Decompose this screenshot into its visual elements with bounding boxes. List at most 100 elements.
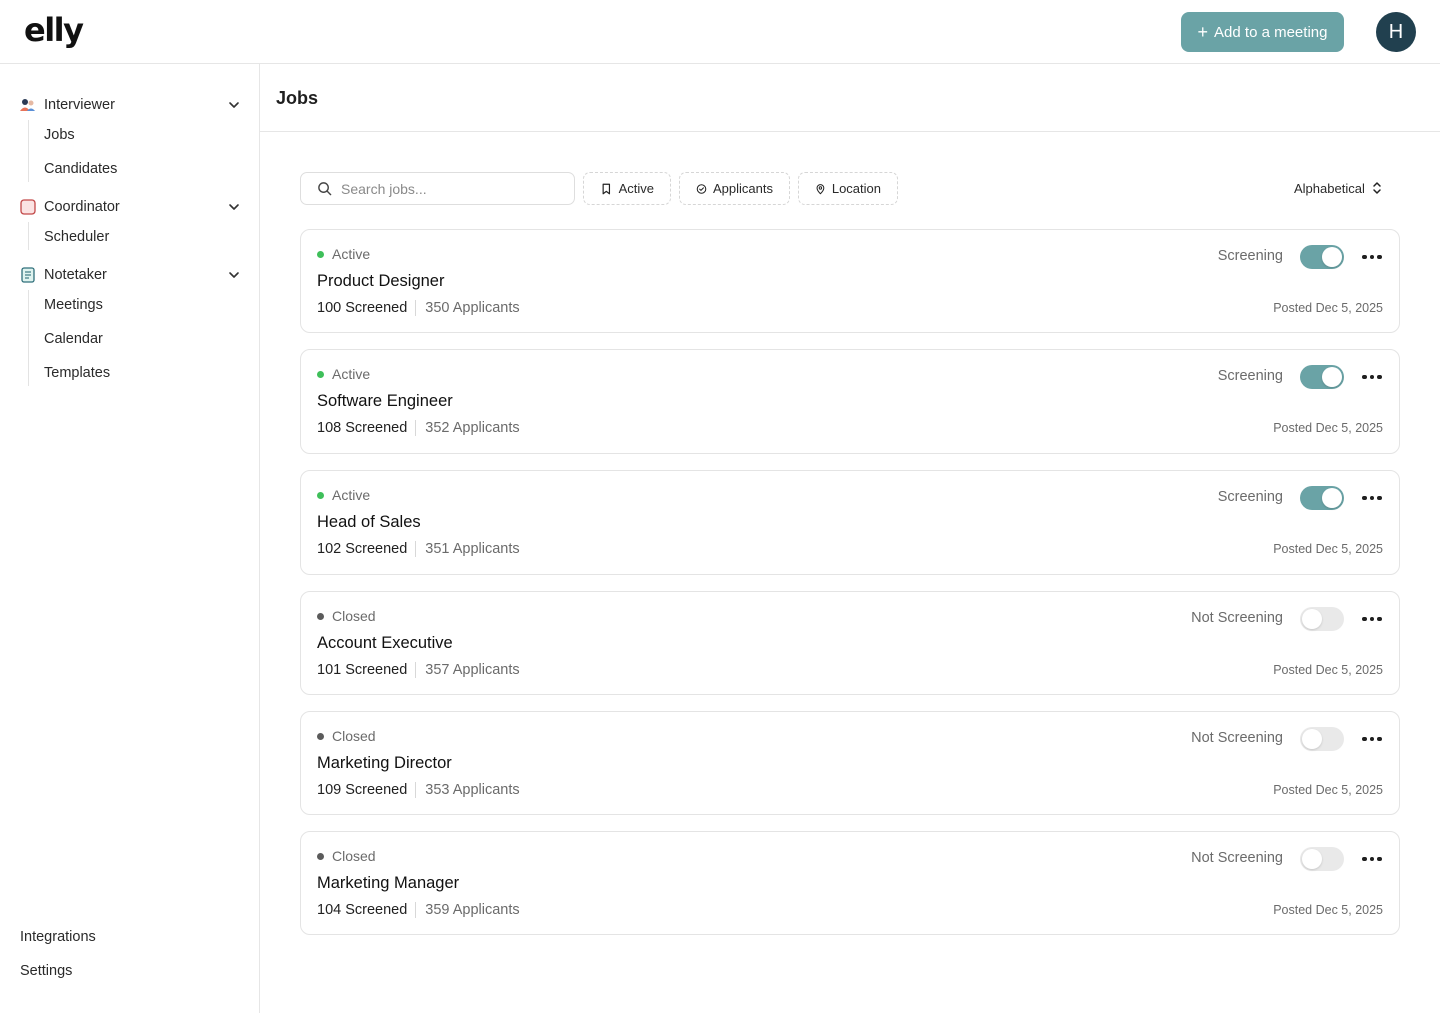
job-title[interactable]: Account Executive <box>317 634 453 653</box>
sidebar-item-templates[interactable]: Templates <box>44 363 110 383</box>
sidebar-group-label: Notetaker <box>44 267 107 283</box>
job-status-label: Closed <box>332 608 376 624</box>
job-status: Closed <box>317 848 376 864</box>
screening-label: Screening <box>1217 489 1283 505</box>
job-status-label: Closed <box>332 728 376 744</box>
job-card[interactable]: Active Software Engineer 108 Screened 35… <box>300 349 1400 454</box>
job-status-label: Closed <box>332 848 376 864</box>
sidebar-group-notetaker[interactable]: Notetaker <box>20 263 242 287</box>
job-card[interactable]: Active Head of Sales 102 Screened 351 Ap… <box>300 470 1400 575</box>
sidebar-item-candidates[interactable]: Candidates <box>44 159 117 179</box>
job-screened-count: 100 Screened <box>317 300 417 316</box>
sidebar-item-meetings[interactable]: Meetings <box>44 295 103 315</box>
job-screened-count: 104 Screened <box>317 902 417 918</box>
status-dot-icon <box>317 370 324 378</box>
toggle-knob <box>1302 729 1322 749</box>
sort-label: Alphabetical <box>1294 180 1365 196</box>
more-options-icon[interactable] <box>1361 729 1383 749</box>
job-status-label: Active <box>332 366 371 382</box>
job-screened-count: 108 Screened <box>317 420 417 436</box>
filter-location-label: Location <box>831 181 881 196</box>
job-applicants-count: 352 Applicants <box>425 420 520 436</box>
sidebar-item-integrations[interactable]: Integrations <box>20 929 96 945</box>
job-applicants-count: 357 Applicants <box>425 662 520 678</box>
app-logo[interactable]: elly <box>24 10 84 50</box>
more-options-icon[interactable] <box>1361 849 1383 869</box>
filter-applicants-label: Applicants <box>713 181 773 196</box>
screening-toggle[interactable] <box>1300 727 1344 751</box>
filter-applicants[interactable]: Applicants <box>679 172 790 205</box>
search-icon <box>318 182 332 196</box>
job-title[interactable]: Software Engineer <box>317 392 453 411</box>
screening-toggle[interactable] <box>1300 486 1344 510</box>
posted-date: Posted Dec 5, 2025 <box>1273 783 1383 797</box>
job-title[interactable]: Product Designer <box>317 272 444 291</box>
interviewer-icon <box>20 99 35 111</box>
sidebar-item-settings[interactable]: Settings <box>20 963 72 979</box>
sidebar-subnav-line <box>28 290 29 386</box>
add-to-meeting-button[interactable]: + Add to a meeting <box>1181 12 1344 52</box>
sidebar-group-interviewer[interactable]: Interviewer <box>20 93 242 117</box>
job-status-label: Active <box>332 487 371 503</box>
posted-date: Posted Dec 5, 2025 <box>1273 542 1383 556</box>
more-options-icon[interactable] <box>1361 609 1383 629</box>
filter-location[interactable]: Location <box>798 172 898 205</box>
more-options-icon[interactable] <box>1361 488 1383 508</box>
job-status: Closed <box>317 728 376 744</box>
job-status: Closed <box>317 608 376 624</box>
job-status: Active <box>317 366 370 382</box>
job-card[interactable]: Closed Marketing Manager 104 Screened 35… <box>300 831 1400 935</box>
sidebar-subnav-line <box>28 120 29 182</box>
job-status: Active <box>317 487 370 503</box>
screening-toggle[interactable] <box>1300 245 1344 269</box>
filter-active[interactable]: Active <box>583 172 671 205</box>
screening-toggle[interactable] <box>1300 607 1344 631</box>
chevron-down-icon <box>229 272 239 278</box>
check-circle-icon <box>696 183 707 194</box>
toggle-knob <box>1322 488 1342 508</box>
page-title: Jobs <box>276 88 319 108</box>
sidebar-group-label: Coordinator <box>44 199 120 215</box>
chevron-down-icon <box>229 102 239 108</box>
sidebar: Interviewer Jobs Candidates Coordinator … <box>0 64 260 1013</box>
posted-date: Posted Dec 5, 2025 <box>1273 421 1383 435</box>
screening-label: Screening <box>1217 368 1283 384</box>
screening-label: Not Screening <box>1191 850 1283 866</box>
job-title[interactable]: Marketing Manager <box>317 874 459 893</box>
job-status: Active <box>317 246 370 262</box>
status-dot-icon <box>317 612 324 620</box>
sidebar-group-coordinator[interactable]: Coordinator <box>20 195 242 219</box>
search-input[interactable] <box>341 180 561 197</box>
posted-date: Posted Dec 5, 2025 <box>1273 903 1383 917</box>
job-stats: 104 Screened 359 Applicants <box>317 902 520 918</box>
sort-dropdown[interactable]: Alphabetical <box>1294 180 1383 196</box>
job-screened-count: 109 Screened <box>317 782 417 798</box>
job-card[interactable]: Closed Marketing Director 109 Screened 3… <box>300 711 1400 815</box>
avatar[interactable]: H <box>1376 12 1416 52</box>
posted-date: Posted Dec 5, 2025 <box>1273 663 1383 677</box>
job-screened-count: 102 Screened <box>317 541 417 557</box>
toggle-knob <box>1302 609 1322 629</box>
sidebar-item-calendar[interactable]: Calendar <box>44 329 103 349</box>
job-card[interactable]: Closed Account Executive 101 Screened 35… <box>300 591 1400 695</box>
more-options-icon[interactable] <box>1361 367 1383 387</box>
job-stats: 101 Screened 357 Applicants <box>317 662 520 678</box>
job-applicants-count: 350 Applicants <box>425 300 520 316</box>
status-dot-icon <box>317 852 324 860</box>
status-dot-icon <box>317 732 324 740</box>
job-card[interactable]: Active Product Designer 100 Screened 350… <box>300 229 1400 333</box>
job-applicants-count: 359 Applicants <box>425 902 520 918</box>
bookmark-icon <box>602 183 611 194</box>
job-title[interactable]: Head of Sales <box>317 513 421 532</box>
job-title[interactable]: Marketing Director <box>317 754 452 773</box>
search-field[interactable] <box>300 172 575 205</box>
more-options-icon[interactable] <box>1361 247 1383 267</box>
sidebar-item-scheduler[interactable]: Scheduler <box>44 227 109 247</box>
status-dot-icon <box>317 491 324 499</box>
sidebar-item-jobs[interactable]: Jobs <box>44 125 75 145</box>
plus-icon: + <box>1197 22 1209 42</box>
screening-toggle[interactable] <box>1300 365 1344 389</box>
main-header: Jobs <box>260 64 1440 132</box>
screening-toggle[interactable] <box>1300 847 1344 871</box>
chevron-up-down-icon <box>1373 182 1381 194</box>
